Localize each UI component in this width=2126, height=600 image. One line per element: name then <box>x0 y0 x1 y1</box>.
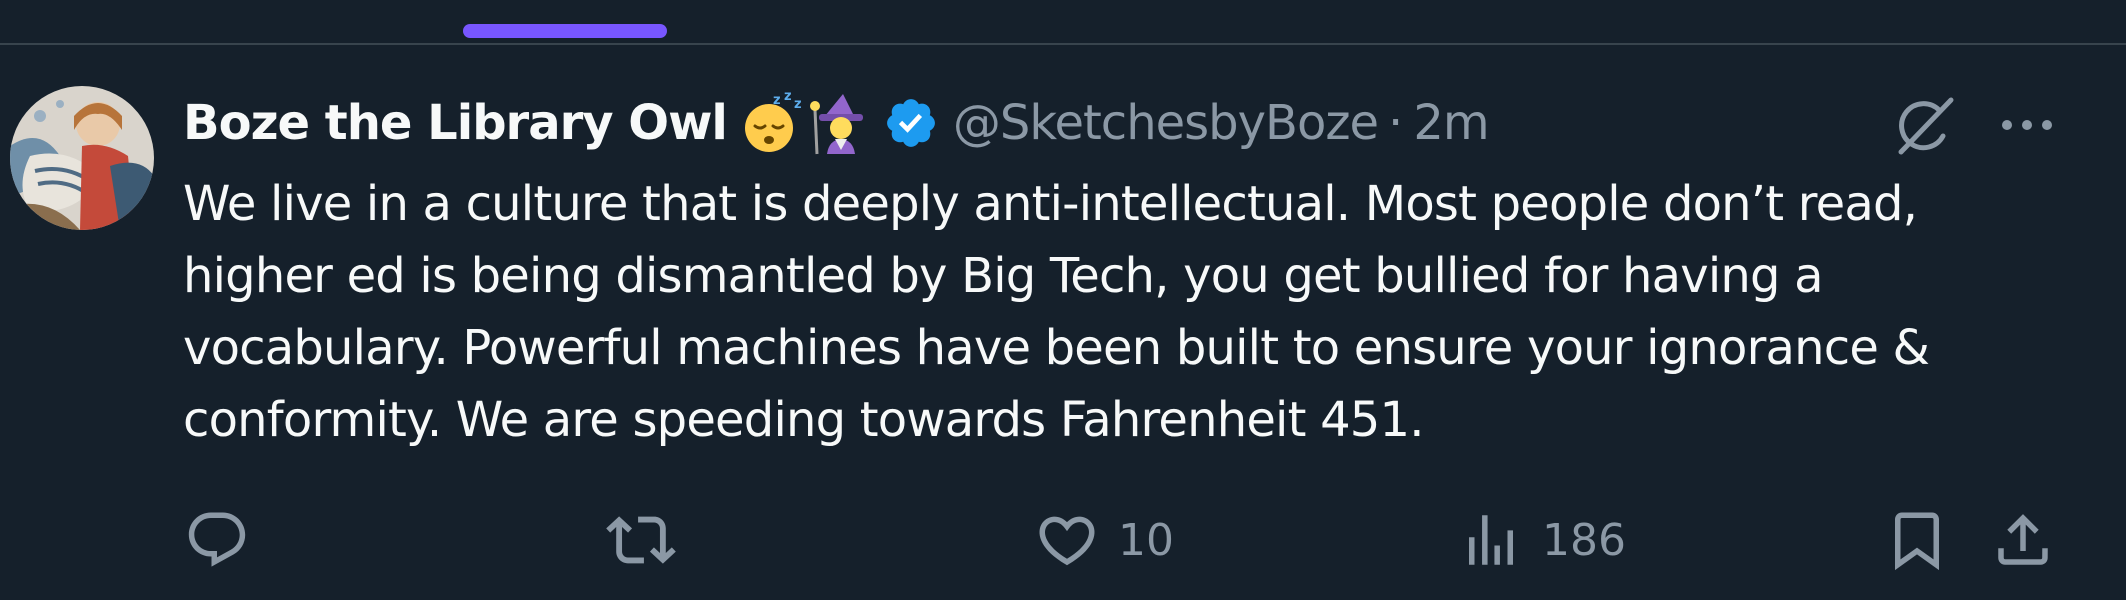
user-handle[interactable]: @SketchesbyBoze <box>953 95 1379 151</box>
bookmark-icon <box>1895 512 1939 571</box>
reply-button[interactable] <box>184 505 268 575</box>
svg-text:z: z <box>773 93 781 108</box>
retweet-icon <box>606 516 676 564</box>
display-name[interactable]: Boze the Library Owl <box>183 95 728 151</box>
svg-text:z: z <box>794 97 802 112</box>
timestamp[interactable]: 2m <box>1413 95 1489 151</box>
retweet-button[interactable] <box>606 505 694 575</box>
like-count: 10 <box>1118 514 1174 566</box>
avatar[interactable] <box>10 86 154 230</box>
like-button[interactable]: 10 <box>1034 505 1174 575</box>
grok-icon[interactable] <box>1895 96 1955 156</box>
verified-badge-icon[interactable] <box>883 95 939 151</box>
avatar-image <box>10 86 154 230</box>
heart-icon <box>1039 516 1095 566</box>
reply-icon <box>188 512 246 567</box>
divider <box>0 43 2126 45</box>
views-button[interactable]: 186 <box>1458 505 1626 575</box>
more-icon[interactable] <box>2000 110 2054 140</box>
svg-text:z: z <box>784 90 792 104</box>
bookmark-button[interactable] <box>1884 505 1950 575</box>
tweet-text: We live in a culture that is deeply anti… <box>183 176 1930 448</box>
tweet-header: Boze the Library Owl z z z @SketchesbyBo… <box>183 88 1490 158</box>
separator-dot: · <box>1388 95 1404 151</box>
mage-emoji-icon <box>807 90 873 156</box>
share-icon <box>1998 514 2048 565</box>
views-count: 186 <box>1542 514 1626 566</box>
views-icon <box>1469 515 1513 565</box>
active-tab-indicator <box>463 24 667 38</box>
share-button[interactable] <box>1990 505 2056 575</box>
sleeping-face-emoji-icon: z z z <box>739 90 805 156</box>
